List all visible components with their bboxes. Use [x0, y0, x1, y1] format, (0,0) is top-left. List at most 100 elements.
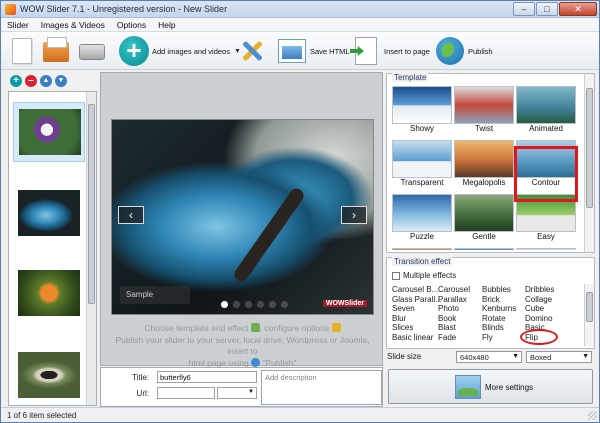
template-thumbnail	[392, 248, 452, 250]
effect-option[interactable]: Blur	[392, 314, 442, 324]
thumbnail-image	[18, 352, 80, 398]
publish-button[interactable]: Publish	[435, 35, 493, 67]
template-transparent[interactable]: Transparent	[392, 140, 452, 188]
configure-button[interactable]	[237, 35, 267, 67]
new-slider-button[interactable]	[7, 35, 37, 67]
menu-slider[interactable]: Slider	[7, 20, 29, 30]
plus-icon: +	[119, 36, 149, 66]
effect-option[interactable]: Bubbles	[482, 285, 516, 295]
move-up-button[interactable]: ▲	[40, 74, 52, 87]
menu-options[interactable]: Options	[117, 20, 146, 30]
minimize-button[interactable]: –	[513, 2, 535, 16]
template-twist[interactable]: Twist	[454, 86, 514, 134]
effect-option[interactable]: Blinds	[482, 323, 516, 333]
slide-size-row: Slide size 640x480 ▼ Boxed ▼	[386, 351, 595, 365]
menu-help[interactable]: Help	[158, 20, 175, 30]
thumbnail-item[interactable]	[13, 184, 85, 244]
thumbnail-image	[19, 109, 81, 155]
bullet-1[interactable]	[220, 300, 229, 309]
effect-option[interactable]: Fade	[438, 333, 470, 343]
insert-to-page-button[interactable]: Insert to page	[351, 35, 430, 67]
thumbnail-panel: + – ▲ ▼	[8, 72, 97, 406]
effect-option[interactable]: Glass Parall...	[392, 295, 442, 305]
move-down-button[interactable]: ▼	[55, 74, 67, 87]
more-settings-button[interactable]: More settings	[388, 369, 593, 404]
effect-option[interactable]: Domino	[525, 314, 554, 324]
template-gentle[interactable]: Gentle	[454, 194, 514, 242]
effect-option[interactable]: Basic linear	[392, 333, 442, 343]
bullet-5[interactable]	[268, 300, 277, 309]
effect-option[interactable]: Carousel	[438, 285, 470, 295]
effect-option[interactable]: Rotate	[482, 314, 516, 324]
thumbnail-scrollbar[interactable]	[86, 92, 96, 405]
next-arrow-icon[interactable]: ›	[341, 206, 367, 224]
effect-option[interactable]: Carousel B...	[392, 285, 442, 295]
template-megalopolis[interactable]: Megalopolis	[454, 140, 514, 188]
slide-size-select[interactable]: 640x480 ▼	[456, 351, 522, 363]
effect-option[interactable]: Dribbles	[525, 285, 554, 295]
scrollbar-thumb[interactable]	[586, 88, 593, 208]
add-images-button[interactable]: + Add images and videos ▼	[119, 35, 241, 67]
effect-option[interactable]: Blast	[438, 323, 470, 333]
app-logo-icon	[5, 4, 16, 15]
effect-option[interactable]: Slices	[392, 323, 442, 333]
transition-scrollbar[interactable]	[584, 284, 594, 346]
prev-arrow-icon[interactable]: ‹	[118, 206, 144, 224]
url-target-select[interactable]: ▼	[217, 387, 257, 399]
toolbar: + Add images and videos ▼ Save HTML Inse…	[1, 32, 599, 70]
scrollbar-thumb[interactable]	[88, 104, 95, 304]
template-showy[interactable]: Showy	[392, 86, 452, 134]
tools-icon	[331, 323, 341, 332]
thumbnail-item[interactable]	[13, 102, 85, 162]
bullet-3[interactable]	[244, 300, 253, 309]
template-thumbnail	[454, 194, 514, 232]
save-drive-icon	[79, 44, 105, 60]
status-bar: 1 of 6 item selected	[1, 407, 599, 422]
description-field[interactable]: Add description	[261, 370, 382, 405]
add-image-button[interactable]: +	[10, 74, 22, 87]
template-thumbnail	[516, 248, 576, 250]
effect-option-selected[interactable]: Cube	[525, 304, 554, 314]
template-scrollbar[interactable]	[584, 74, 594, 252]
scrollbar-thumb[interactable]	[586, 292, 593, 322]
template-more[interactable]	[454, 248, 514, 250]
effect-option[interactable]: Parallax	[438, 295, 470, 305]
remove-image-button[interactable]: –	[25, 74, 37, 87]
effect-option[interactable]: Kenburns	[482, 304, 516, 314]
title-input[interactable]	[157, 371, 257, 383]
template-puzzle[interactable]: Puzzle	[392, 194, 452, 242]
bullet-6[interactable]	[280, 300, 289, 309]
effect-option[interactable]: Book	[438, 314, 470, 324]
title-label: Title:	[131, 373, 149, 382]
url-input[interactable]	[157, 387, 215, 399]
effect-option[interactable]: Seven	[392, 304, 442, 314]
template-animated[interactable]: Animated	[516, 86, 576, 134]
template-more[interactable]	[392, 248, 452, 250]
maximize-button[interactable]: □	[536, 2, 558, 16]
close-button[interactable]: ✕	[559, 2, 597, 16]
open-slider-button[interactable]	[41, 35, 71, 67]
save-slider-button[interactable]	[77, 35, 107, 67]
bullet-4[interactable]	[256, 300, 265, 309]
effect-option[interactable]: Fly	[482, 333, 516, 343]
bullet-2[interactable]	[232, 300, 241, 309]
save-html-button[interactable]: Save HTML	[277, 35, 350, 67]
thumbnail-item[interactable]	[13, 346, 85, 406]
thumbnail-item[interactable]	[13, 264, 85, 324]
menu-images-videos[interactable]: Images & Videos	[41, 20, 105, 30]
effect-option[interactable]: Photo	[438, 304, 470, 314]
slider-preview: ‹ › Sample WOWSlider Choose template and…	[100, 72, 383, 368]
globe-icon	[251, 357, 261, 367]
template-name: Animated	[529, 124, 563, 133]
effect-option[interactable]: Brick	[482, 295, 516, 305]
slide-fit-select[interactable]: Boxed ▼	[526, 351, 592, 363]
template-more[interactable]	[516, 248, 576, 250]
template-thumbnail	[454, 86, 514, 124]
chevron-down-icon: ▼	[582, 353, 589, 360]
effect-option[interactable]: Collage	[525, 295, 554, 305]
resize-grip-icon[interactable]	[588, 411, 597, 420]
template-name: Gentle	[472, 232, 496, 241]
multiple-effects-checkbox[interactable]	[392, 272, 400, 280]
status-text: 1 of 6 item selected	[7, 411, 77, 420]
window-title: WOW Slider 7.1 - Unregistered version - …	[20, 4, 228, 14]
